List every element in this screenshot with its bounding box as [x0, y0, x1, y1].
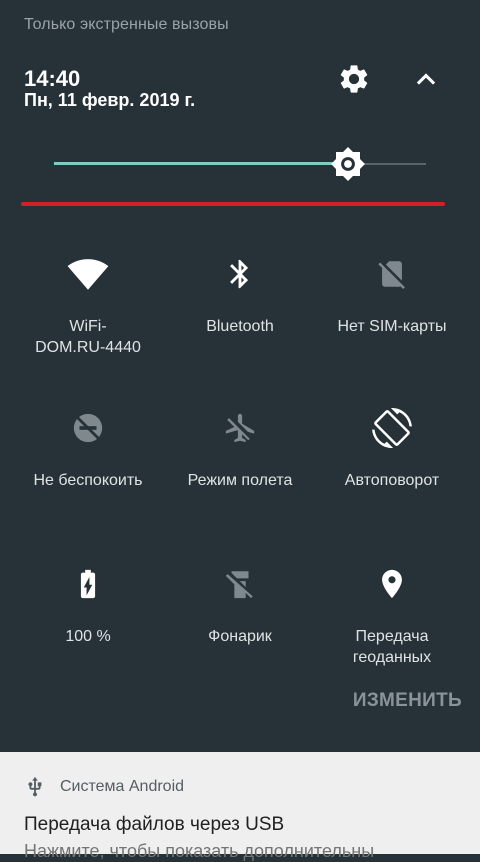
tile-auto-rotate[interactable]: Автоповорот: [312, 406, 472, 491]
tile-no-sim-label: Нет SIM-карты: [337, 318, 447, 335]
notification-title: Передача файлов через USB: [24, 814, 285, 835]
tile-airplane[interactable]: Режим полета: [160, 406, 320, 491]
edit-button[interactable]: ИЗМЕНИТЬ: [353, 690, 462, 712]
brightness-slider[interactable]: [54, 144, 426, 184]
tile-bluetooth-label: Bluetooth: [206, 318, 274, 335]
tile-auto-rotate-label: Автоповорот: [344, 472, 440, 489]
tile-flashlight-label: Фонарик: [208, 628, 272, 645]
bluetooth-icon: [218, 252, 262, 296]
date[interactable]: Пн, 11 февр. 2019 г.: [24, 90, 195, 111]
brightness-thumb[interactable]: [330, 146, 366, 182]
chevron-up-icon: [416, 73, 436, 85]
tile-do-not-disturb[interactable]: Не беспокоить: [8, 406, 168, 491]
clock[interactable]: 14:40: [24, 66, 80, 92]
brightness-fill: [54, 162, 348, 165]
notification-header: Система Android: [24, 776, 184, 798]
do-not-disturb-icon: [66, 406, 110, 450]
tile-battery[interactable]: 100 %: [8, 562, 168, 647]
settings-button[interactable]: [334, 59, 374, 99]
usb-icon: [24, 776, 46, 798]
location-icon: [370, 562, 414, 606]
tile-battery-label: 100 %: [65, 628, 111, 645]
tile-location[interactable]: Передача геоданных: [312, 562, 472, 668]
notification-text: Нажмите, чтобы показать дополнительны: [24, 841, 375, 861]
no-sim-icon: [370, 252, 414, 296]
tile-location-label: Передача геоданных: [352, 628, 432, 666]
flashlight-icon: [218, 562, 262, 606]
status-text: Только экстренные вызовы: [24, 16, 229, 33]
usb-notification[interactable]: Система Android Передача файлов через US…: [0, 752, 480, 861]
tile-wifi[interactable]: WiFi- DOM.RU-4440: [8, 252, 168, 358]
tile-flashlight[interactable]: Фонарик: [160, 562, 320, 647]
battery-charging-icon: [66, 562, 110, 606]
notification-app-name: Система Android: [60, 778, 185, 795]
wifi-icon: [66, 252, 110, 296]
brightness-icon: [330, 147, 365, 181]
collapse-button[interactable]: [406, 59, 446, 99]
tile-wifi-label: WiFi- DOM.RU-4440: [35, 318, 141, 356]
red-underline: [21, 202, 445, 206]
gear-icon: [340, 65, 368, 93]
tile-do-not-disturb-label: Не беспокоить: [33, 472, 143, 489]
auto-rotate-icon: [370, 406, 414, 450]
airplane-icon: [218, 406, 262, 450]
tile-airplane-label: Режим полета: [187, 472, 293, 489]
tile-no-sim[interactable]: Нет SIM-карты: [312, 252, 472, 337]
tile-bluetooth[interactable]: Bluetooth: [160, 252, 320, 337]
